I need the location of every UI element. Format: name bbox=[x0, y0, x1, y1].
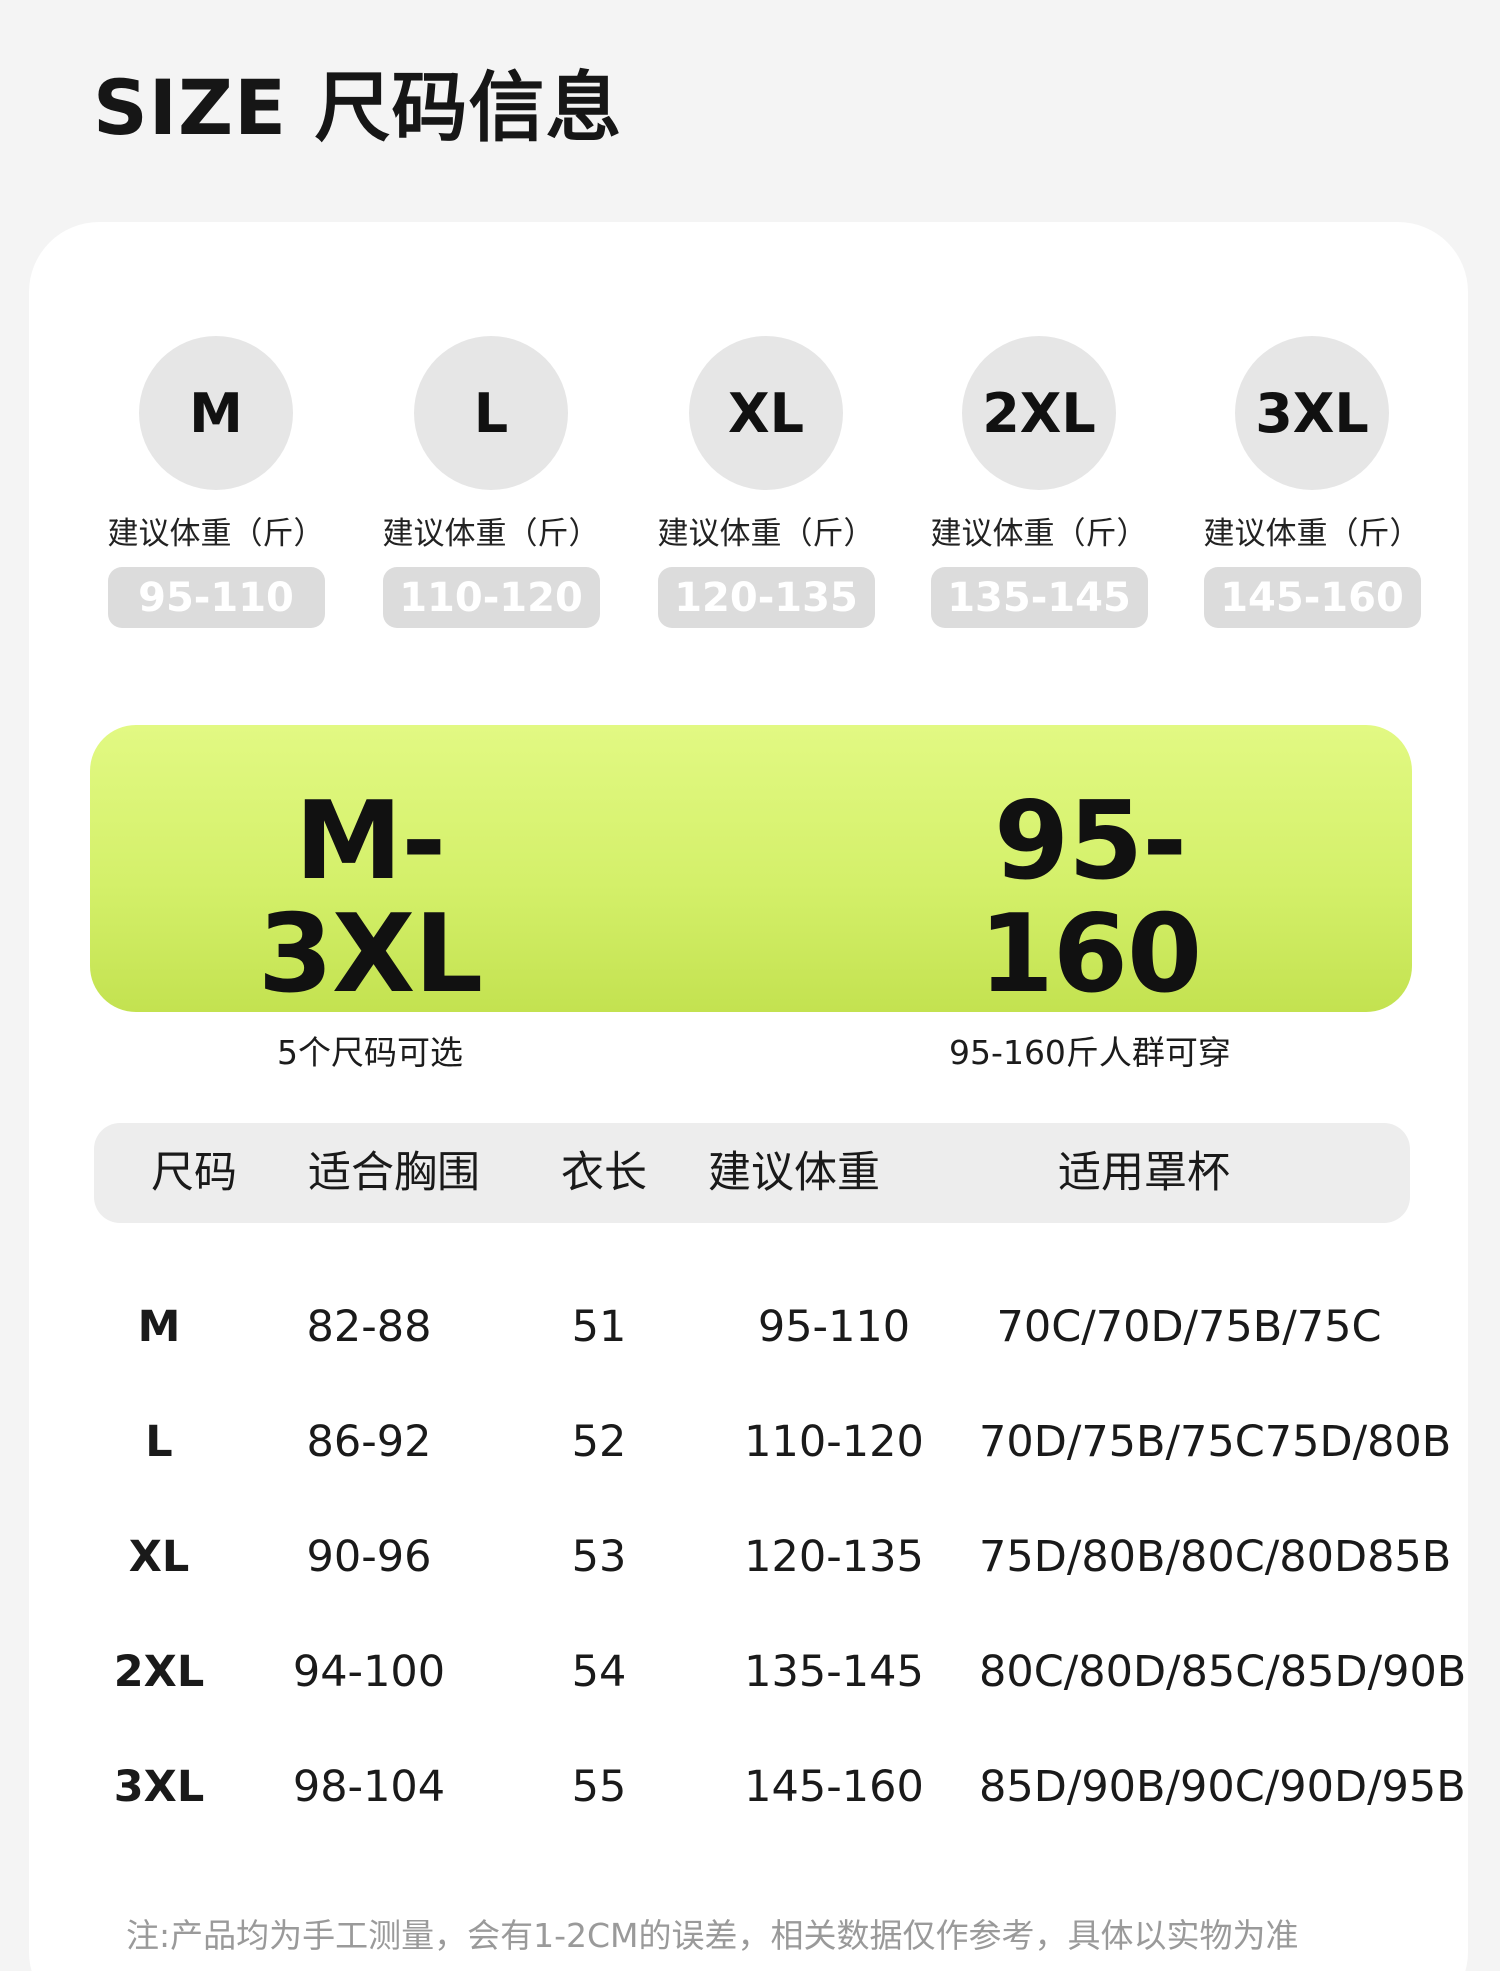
measurement-note: 注:产品均为手工测量，会有1-2CM的误差，相关数据仅作参考，具体以实物为准 bbox=[126, 1916, 1299, 1955]
table-row: XL 90-96 53 120-135 75D/80B/80C/80D85B bbox=[29, 1517, 1468, 1597]
cell-cup: 75D/80B/80C/80D85B bbox=[979, 1532, 1452, 1582]
size-option-3xl: 3XL 建议体重（斤） 145-160 bbox=[1197, 336, 1427, 628]
cell-size: 3XL bbox=[113, 1762, 205, 1812]
header-length: 衣长 bbox=[561, 1148, 647, 1198]
cell-weight: 145-160 bbox=[744, 1762, 924, 1812]
cell-weight: 95-110 bbox=[757, 1302, 911, 1352]
size-weight-range: 145-160 bbox=[1203, 567, 1421, 628]
size-weight-caption: 建议体重（斤） bbox=[1203, 516, 1421, 552]
size-weight-range: 135-145 bbox=[930, 567, 1148, 628]
cell-size: XL bbox=[128, 1532, 190, 1582]
cell-weight: 110-120 bbox=[744, 1417, 924, 1467]
size-circle: XL bbox=[689, 336, 843, 490]
cell-length: 53 bbox=[571, 1532, 627, 1582]
size-weight-range: 95-110 bbox=[107, 567, 325, 628]
cell-chest: 98-104 bbox=[292, 1762, 446, 1812]
size-option-2xl: 2XL 建议体重（斤） 135-145 bbox=[924, 336, 1154, 628]
table-row: 2XL 94-100 54 135-145 80C/80D/85C/85D/90… bbox=[29, 1632, 1468, 1712]
size-weight-caption: 建议体重（斤） bbox=[930, 516, 1148, 552]
size-span: M-3XL bbox=[257, 779, 483, 1018]
size-span-caption: 5个尺码可选 bbox=[277, 1032, 463, 1072]
cell-cup: 70D/75B/75C75D/80B bbox=[979, 1417, 1452, 1467]
cell-chest: 94-100 bbox=[292, 1647, 446, 1697]
size-option-m: M 建议体重（斤） 95-110 bbox=[101, 336, 331, 628]
header-size: 尺码 bbox=[151, 1148, 237, 1198]
cell-chest: 82-88 bbox=[306, 1302, 432, 1352]
header-chest: 适合胸围 bbox=[308, 1148, 480, 1198]
cell-length: 51 bbox=[571, 1302, 627, 1352]
weight-span-block: 95-160 95-160斤人群可穿 bbox=[910, 785, 1270, 1074]
cell-size: 2XL bbox=[113, 1647, 205, 1697]
cell-cup: 70C/70D/75B/75C bbox=[996, 1302, 1382, 1352]
cell-cup: 85D/90B/90C/90D/95B bbox=[979, 1762, 1466, 1812]
table-row: M 82-88 51 95-110 70C/70D/75B/75C bbox=[29, 1287, 1468, 1367]
header-cup: 适用罩杯 bbox=[1058, 1148, 1230, 1198]
cell-chest: 86-92 bbox=[306, 1417, 432, 1467]
size-weight-range: 110-120 bbox=[382, 567, 600, 628]
size-span-block: M-3XL 5个尺码可选 bbox=[210, 785, 530, 1074]
cell-size: L bbox=[145, 1417, 173, 1467]
page-title: SIZE 尺码信息 bbox=[93, 63, 623, 152]
size-option-xl: XL 建议体重（斤） 120-135 bbox=[651, 336, 881, 628]
size-weight-caption: 建议体重（斤） bbox=[657, 516, 875, 552]
header-weight: 建议体重 bbox=[708, 1148, 880, 1198]
cell-cup: 80C/80D/85C/85D/90B bbox=[979, 1647, 1467, 1697]
cell-weight: 120-135 bbox=[744, 1532, 924, 1582]
cell-size: M bbox=[137, 1302, 181, 1352]
table-header: 尺码 适合胸围 衣长 建议体重 适用罩杯 bbox=[94, 1123, 1410, 1223]
weight-span-caption: 95-160斤人群可穿 bbox=[949, 1032, 1231, 1072]
cell-length: 55 bbox=[571, 1762, 627, 1812]
cell-weight: 135-145 bbox=[744, 1647, 924, 1697]
size-weight-range: 120-135 bbox=[657, 567, 875, 628]
cell-length: 54 bbox=[571, 1647, 627, 1697]
size-circle: 2XL bbox=[962, 336, 1116, 490]
size-circle: 3XL bbox=[1235, 336, 1389, 490]
table-row: 3XL 98-104 55 145-160 85D/90B/90C/90D/95… bbox=[29, 1747, 1468, 1827]
cell-chest: 90-96 bbox=[306, 1532, 432, 1582]
size-option-l: L 建议体重（斤） 110-120 bbox=[376, 336, 606, 628]
cell-length: 52 bbox=[571, 1417, 627, 1467]
size-circle: L bbox=[414, 336, 568, 490]
size-card: M 建议体重（斤） 95-110 L 建议体重（斤） 110-120 XL 建议… bbox=[29, 222, 1468, 1971]
summary-banner: M-3XL 5个尺码可选 95-160 95-160斤人群可穿 bbox=[90, 725, 1412, 1072]
size-info-page: SIZE 尺码信息 M 建议体重（斤） 95-110 L 建议体重（斤） 110… bbox=[0, 0, 1500, 1971]
table-row: L 86-92 52 110-120 70D/75B/75C75D/80B bbox=[29, 1402, 1468, 1482]
size-weight-caption: 建议体重（斤） bbox=[382, 516, 600, 552]
size-weight-caption: 建议体重（斤） bbox=[107, 516, 325, 552]
weight-span: 95-160 bbox=[978, 779, 1202, 1018]
size-circle: M bbox=[139, 336, 293, 490]
